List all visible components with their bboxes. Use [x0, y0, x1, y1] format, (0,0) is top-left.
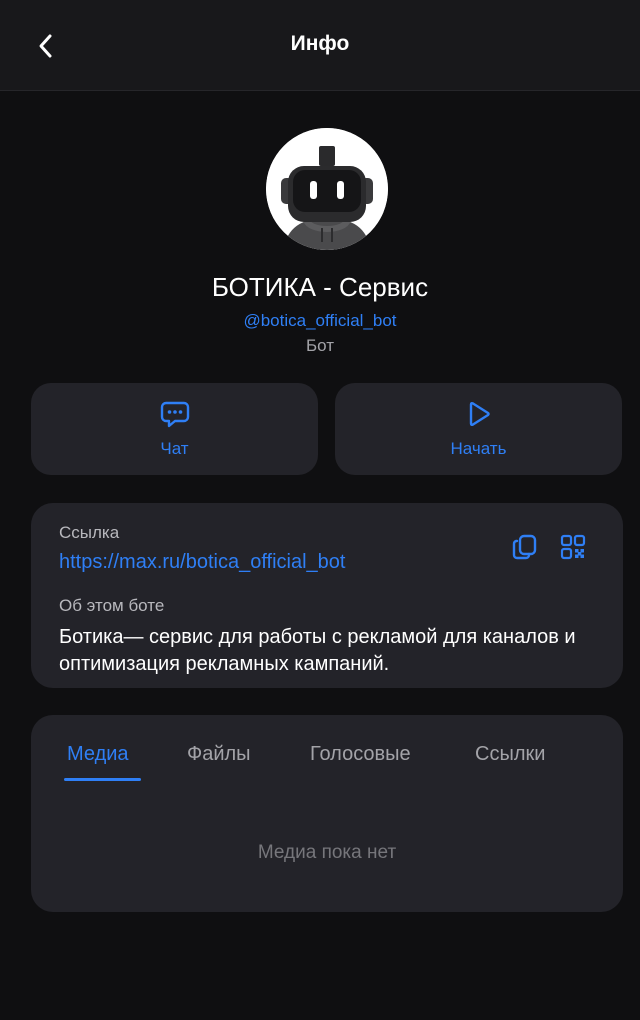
- page-title: Инфо: [290, 32, 350, 55]
- top-bar: Инфо: [0, 0, 640, 91]
- info-card: Ссылка https://max.ru/botica_official_bo…: [31, 503, 623, 688]
- tab-files[interactable]: Файлы: [187, 743, 251, 766]
- avatar: [266, 128, 388, 250]
- bot-type-label: Бот: [305, 336, 335, 355]
- media-card: Медиа Файлы Голосовые Ссылки Медиа пока …: [31, 715, 623, 912]
- link-caption: Ссылка: [59, 523, 120, 542]
- start-button[interactable]: Начать: [335, 383, 622, 475]
- about-caption: Об этом боте: [59, 596, 165, 615]
- tab-links[interactable]: Ссылки: [475, 743, 545, 766]
- chat-button[interactable]: Чат: [31, 383, 318, 475]
- qr-code-icon: [560, 534, 586, 560]
- tab-media[interactable]: Медиа: [67, 743, 129, 766]
- bot-username[interactable]: @botica_official_bot: [0, 311, 640, 331]
- copy-link-button[interactable]: [509, 531, 541, 563]
- copy-icon: [512, 534, 537, 560]
- qr-code-button[interactable]: [557, 531, 589, 563]
- robot-avatar: [266, 128, 388, 250]
- chat-button-label: Чат: [160, 439, 189, 458]
- bot-link[interactable]: https://max.ru/botica_official_bot: [59, 551, 345, 574]
- chat-bubble-icon: [160, 401, 189, 428]
- tab-voice[interactable]: Голосовые: [310, 743, 411, 766]
- empty-media-message: Медиа пока нет: [257, 842, 397, 863]
- about-text: Ботика— сервис для работы с рекламой для…: [59, 626, 576, 675]
- play-icon: [469, 401, 490, 427]
- start-button-label: Начать: [450, 439, 507, 458]
- bot-name: БОТИКА - Сервис: [211, 272, 429, 302]
- active-tab-indicator: [64, 778, 141, 781]
